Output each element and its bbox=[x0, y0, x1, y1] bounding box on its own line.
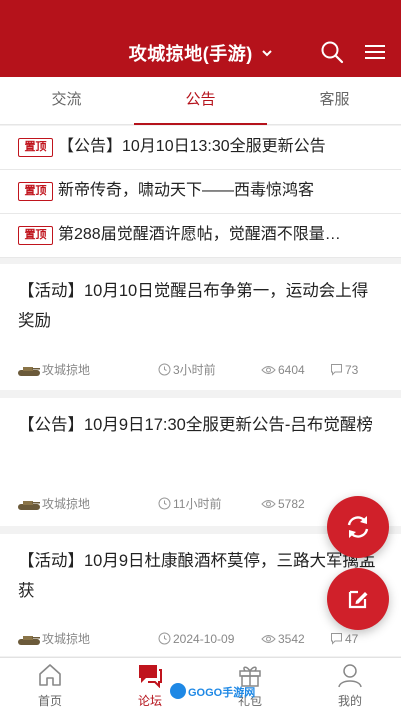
edit-icon bbox=[348, 590, 368, 609]
post-views: 5782 bbox=[278, 497, 305, 511]
post-meta: 攻城掠地 2024-10-09 3542 47 bbox=[18, 631, 401, 647]
refresh-icon bbox=[347, 516, 369, 538]
post-forum: 攻城掠地 bbox=[42, 497, 91, 511]
post-forum: 攻城掠地 bbox=[42, 363, 91, 377]
post-card[interactable]: 【活动】10月10日觉醒吕布争第一，运动会上得奖励 攻城掠地 3小时前 6404… bbox=[0, 264, 401, 390]
clock-icon bbox=[158, 363, 171, 376]
tab-announcement[interactable]: 公告 bbox=[134, 77, 267, 125]
pinned-item[interactable]: 置顶 第288届觉醒酒许愿帖，觉醒酒不限量… bbox=[0, 214, 401, 258]
page-title: 攻城掠地(手游) bbox=[128, 44, 253, 64]
pinned-badge: 置顶 bbox=[18, 182, 53, 201]
tab-bar: 交流 公告 客服 bbox=[0, 77, 401, 125]
pinned-item-text: 【公告】10月10日13:30全服更新公告 bbox=[58, 138, 326, 155]
post-time: 2024-10-09 bbox=[173, 632, 235, 646]
pinned-item-text: 第288届觉醒酒许愿帖，觉醒酒不限量… bbox=[58, 226, 341, 243]
app-header: 攻城掠地(手游) bbox=[0, 0, 401, 77]
pinned-item[interactable]: 置顶 新帝传奇，啸动天下——西毒惊鸿客 bbox=[0, 170, 401, 214]
watermark: GOGO手游网 bbox=[170, 683, 255, 703]
eye-icon bbox=[261, 500, 276, 508]
eye-icon bbox=[261, 366, 276, 374]
nav-profile-label: 我的 bbox=[337, 694, 362, 708]
post-time: 3小时前 bbox=[173, 363, 216, 377]
post-title: 【活动】10月10日觉醒吕布争第一，运动会上得奖励 bbox=[18, 282, 369, 330]
pinned-item[interactable]: 置顶 【公告】10月10日13:30全服更新公告 bbox=[0, 126, 401, 170]
forum-icon bbox=[139, 665, 162, 688]
user-icon bbox=[338, 664, 362, 688]
comment-icon bbox=[331, 364, 342, 376]
comment-icon bbox=[331, 633, 342, 645]
post-comments: 47 bbox=[345, 632, 359, 646]
chevron-down-icon bbox=[262, 50, 272, 57]
post-comments: 73 bbox=[345, 363, 359, 377]
tank-icon bbox=[18, 501, 40, 510]
clock-icon bbox=[158, 497, 171, 510]
watermark-text: GOGO手游网 bbox=[188, 687, 256, 699]
nav-profile[interactable]: 我的 bbox=[300, 658, 400, 713]
post-time: 11小时前 bbox=[173, 497, 222, 511]
tank-icon bbox=[18, 636, 40, 645]
post-views: 6404 bbox=[278, 363, 305, 377]
post-title: 【公告】10月9日17:30全服更新公告-吕布觉醒榜 bbox=[18, 416, 373, 434]
tab-customer-service[interactable]: 客服 bbox=[268, 77, 401, 125]
watermark-logo-icon bbox=[170, 683, 186, 699]
refresh-button[interactable] bbox=[327, 496, 389, 558]
pinned-item-text: 新帝传奇，啸动天下——西毒惊鸿客 bbox=[58, 182, 315, 199]
home-icon bbox=[39, 664, 61, 686]
menu-icon[interactable] bbox=[364, 42, 386, 62]
post-meta: 攻城掠地 3小时前 6404 73 bbox=[18, 362, 401, 378]
pinned-list: 置顶 【公告】10月10日13:30全服更新公告 置顶 新帝传奇，啸动天下——西… bbox=[0, 126, 401, 258]
tank-icon bbox=[18, 367, 40, 376]
nav-home[interactable]: 首页 bbox=[0, 658, 100, 713]
eye-icon bbox=[261, 635, 276, 643]
pinned-badge: 置顶 bbox=[18, 226, 53, 245]
search-icon[interactable] bbox=[320, 40, 344, 64]
post-views: 3542 bbox=[278, 632, 305, 646]
compose-button[interactable] bbox=[327, 568, 389, 630]
nav-home-label: 首页 bbox=[37, 694, 62, 708]
tab-exchange[interactable]: 交流 bbox=[0, 77, 133, 125]
pinned-badge: 置顶 bbox=[18, 138, 53, 157]
post-forum: 攻城掠地 bbox=[42, 632, 91, 646]
clock-icon bbox=[158, 632, 171, 645]
